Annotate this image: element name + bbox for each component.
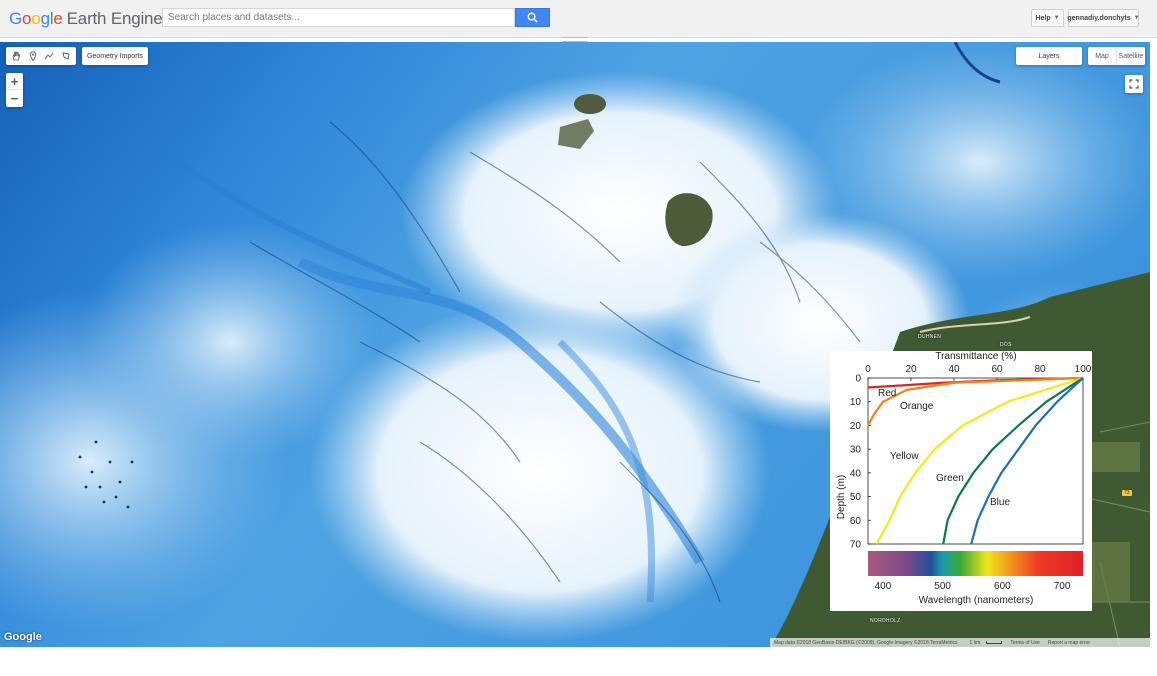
spectrum-tick-label: 600 xyxy=(994,581,1011,592)
scale-line xyxy=(986,640,1003,644)
terms-link[interactable]: Terms of Use xyxy=(1006,640,1043,646)
chevron-down-icon: ▼ xyxy=(1133,15,1140,21)
series-label-blue: Blue xyxy=(990,497,1010,508)
y-tick-label: 20 xyxy=(850,421,862,432)
scale-bar[interactable]: 1 km xyxy=(962,640,1007,646)
geometry-imports-button[interactable]: Geometry Imports xyxy=(82,47,148,65)
chart-svg: Transmittance (%) 0 20 40 60 80 100 0 10 20 30 40… xyxy=(836,351,1092,606)
fullscreen-icon xyxy=(1129,79,1139,89)
chevron-down-icon: ▼ xyxy=(1053,15,1060,21)
layers-button[interactable]: Layers xyxy=(1016,47,1082,65)
series-labels: Red Orange Yellow Green Blue xyxy=(878,388,1010,508)
spectrum-axis-label: Wavelength (nanometers) xyxy=(919,595,1034,606)
series-label-red: Red xyxy=(878,388,896,399)
y-tick-label: 50 xyxy=(850,492,862,503)
x-tick-label: 20 xyxy=(905,364,917,375)
y-tick-label: 40 xyxy=(850,468,862,479)
fullscreen-button[interactable] xyxy=(1125,75,1143,93)
map-type-toggle: Map Satellite xyxy=(1088,47,1145,65)
y-axis-label: Depth (m) xyxy=(836,475,847,519)
drawing-toolbar xyxy=(6,47,76,65)
report-map-error-link[interactable]: Report a map error xyxy=(1044,640,1094,646)
spectrum-bar xyxy=(868,551,1083,576)
y-tick-label: 70 xyxy=(850,540,862,551)
road-shield: 73 xyxy=(1122,490,1132,496)
top-bar: GoogleEarth Engine Help▼ gennadiy.donchy… xyxy=(0,0,1157,38)
y-tick-label: 10 xyxy=(850,397,862,408)
y-tick-label: 60 xyxy=(850,516,862,527)
spectrum-tick-label: 400 xyxy=(875,581,892,592)
zoom-control: + − xyxy=(6,73,23,107)
transmittance-chart: Transmittance (%) 0 20 40 60 80 100 0 10 20 30 40… xyxy=(830,351,1092,611)
draw-line-icon[interactable] xyxy=(42,49,56,63)
zoom-out-button[interactable]: − xyxy=(6,90,23,107)
series-label-yellow: Yellow xyxy=(890,451,919,462)
hand-pan-icon[interactable] xyxy=(9,49,23,63)
y-tick-label: 0 xyxy=(855,374,861,385)
y-tick-label: 30 xyxy=(850,445,862,456)
spectrum-tick-label: 500 xyxy=(934,581,951,592)
series-label-green: Green xyxy=(936,473,964,484)
chart-title: Transmittance (%) xyxy=(935,351,1016,362)
draw-polygon-icon[interactable] xyxy=(59,49,73,63)
map-attribution: Map data ©2018 GeoBasis-DE/BKG (©2009), … xyxy=(774,639,958,646)
search-icon xyxy=(527,12,538,23)
map-attribution-bar: Map data ©2018 GeoBasis-DE/BKG (©2009), … xyxy=(770,638,1150,647)
series-label-orange: Orange xyxy=(900,401,934,412)
series-line-green xyxy=(942,377,1084,545)
spectrum-tick-label: 700 xyxy=(1054,581,1071,592)
map-type-satellite-button[interactable]: Satellite xyxy=(1117,47,1145,65)
zoom-in-button[interactable]: + xyxy=(6,73,23,90)
map-marker-icon[interactable] xyxy=(26,49,40,63)
x-tick-label: 80 xyxy=(1034,364,1046,375)
x-tick-label: 60 xyxy=(991,364,1003,375)
scale-label: 1 km xyxy=(969,639,981,646)
help-menu-button[interactable]: Help ▼ xyxy=(1031,9,1064,27)
earth-engine-logo[interactable]: Google Earth Engine xyxy=(9,9,163,29)
x-tick-label: 40 xyxy=(948,364,960,375)
x-tick-label: 100 xyxy=(1075,364,1092,375)
map-place-label: DUHNEN xyxy=(918,334,942,340)
search-input[interactable] xyxy=(162,8,515,27)
search-button[interactable] xyxy=(515,8,550,27)
map-place-label: DÖS xyxy=(1000,342,1012,348)
map-type-map-button[interactable]: Map xyxy=(1088,47,1117,65)
series-line-blue xyxy=(970,377,1084,545)
x-tick-label: 0 xyxy=(865,364,871,375)
spectrum-ticks: 400 500 600 700 xyxy=(875,581,1071,592)
google-watermark: Google xyxy=(4,631,42,643)
account-menu-button[interactable]: gennadiy.donchyts ▼ xyxy=(1067,9,1140,27)
map-place-label: NORDHOLZ xyxy=(870,618,901,624)
